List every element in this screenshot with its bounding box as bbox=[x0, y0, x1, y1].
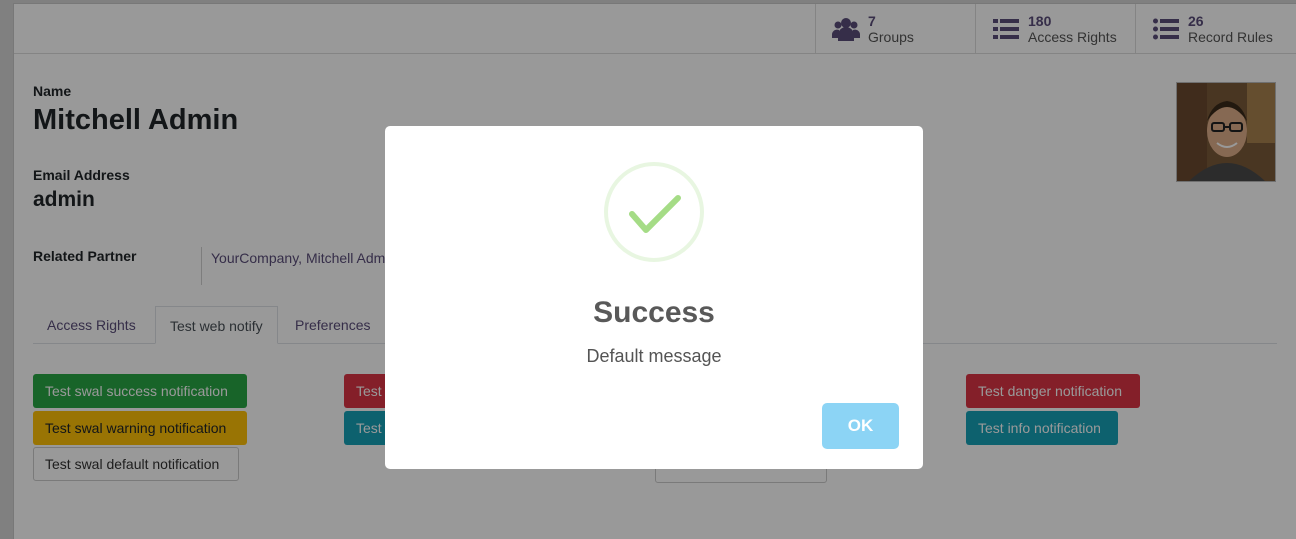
success-dialog: Success Default message OK bbox=[385, 126, 923, 469]
dialog-message: Default message bbox=[586, 346, 722, 366]
dialog-title: Success bbox=[593, 296, 715, 329]
success-check-icon bbox=[604, 162, 704, 262]
ok-button[interactable]: OK bbox=[822, 403, 899, 449]
